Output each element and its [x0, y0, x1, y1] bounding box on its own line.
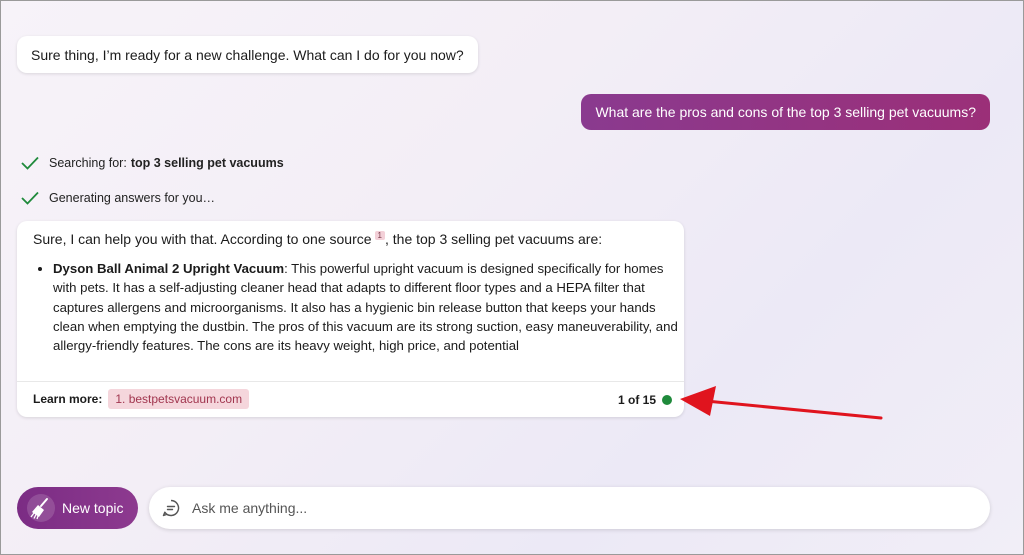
chat-input-container[interactable] — [149, 487, 990, 529]
bot-message: Sure thing, I’m ready for a new challeng… — [17, 36, 478, 73]
searching-label: Searching for: — [49, 156, 127, 170]
searching-query: top 3 selling pet vacuums — [130, 156, 284, 170]
citation-badge[interactable]: 1 — [374, 231, 385, 240]
broom-icon — [27, 494, 55, 522]
divider — [17, 381, 684, 382]
check-icon — [21, 191, 39, 205]
answer-intro: Sure, I can help you with that. Accordin… — [33, 231, 602, 247]
intro-text: Sure, I can help you with that. Accordin… — [33, 231, 372, 247]
answer-card: Sure, I can help you with that. Accordin… — [17, 221, 684, 417]
chat-bubble-icon — [162, 499, 180, 517]
annotation-arrow-icon — [680, 386, 883, 420]
chat-input[interactable] — [190, 499, 990, 517]
source-link[interactable]: 1. bestpetsvacuum.com — [108, 389, 250, 409]
user-message-text: What are the pros and cons of the top 3 … — [595, 104, 976, 120]
user-message: What are the pros and cons of the top 3 … — [581, 94, 990, 130]
check-icon — [21, 156, 39, 170]
generating-status: Generating answers for you… — [20, 190, 215, 206]
status-dot-icon — [662, 395, 672, 405]
list-item: Dyson Ball Animal 2 Upright Vacuum: This… — [53, 259, 681, 355]
new-topic-button[interactable]: New topic — [17, 487, 138, 529]
response-counter: 1 of 15 — [618, 393, 672, 407]
learn-more-label: Learn more: — [33, 392, 103, 406]
searching-status: Searching for: top 3 selling pet vacuums — [20, 155, 284, 171]
list-item-title: Dyson Ball Animal 2 Upright Vacuum — [53, 261, 285, 276]
new-topic-label: New topic — [62, 500, 124, 516]
bot-message-text: Sure thing, I’m ready for a new challeng… — [31, 46, 464, 63]
generating-label: Generating answers for you… — [49, 191, 216, 205]
answer-list: Dyson Ball Animal 2 Upright Vacuum: This… — [33, 259, 681, 355]
learn-more: Learn more: 1. bestpetsvacuum.com — [33, 389, 250, 409]
counter-text: 1 of 15 — [617, 393, 656, 407]
intro-text-end: , the top 3 selling pet vacuums are: — [385, 231, 603, 247]
